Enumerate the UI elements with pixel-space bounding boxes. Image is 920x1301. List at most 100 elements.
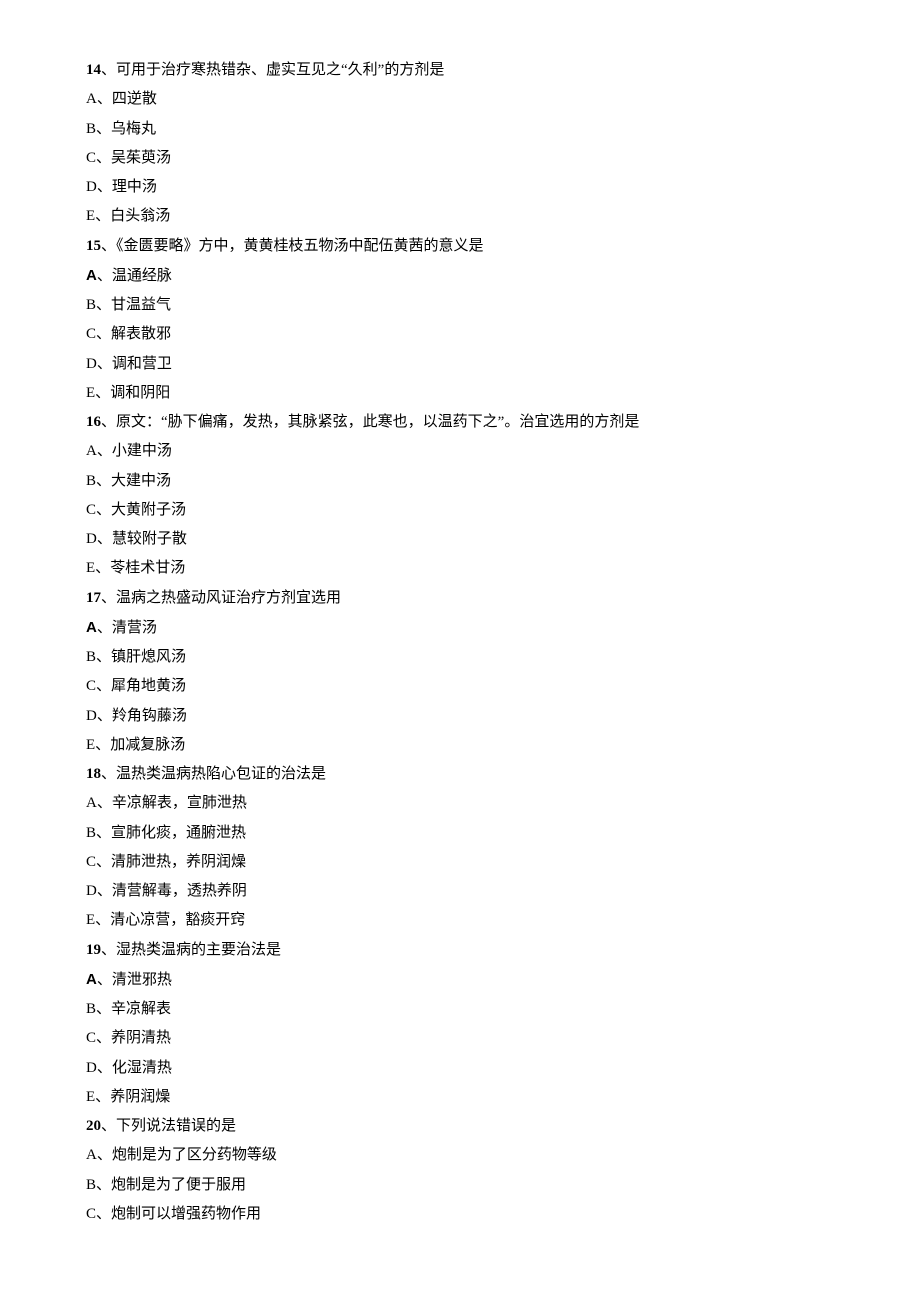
- separator: 、: [97, 1147, 112, 1163]
- separator: 、: [96, 326, 111, 342]
- answer-option: D、慧较附子散: [86, 525, 834, 554]
- option-text: 调和阴阳: [110, 385, 170, 401]
- option-text: 苓桂术甘汤: [110, 560, 185, 576]
- separator: 、: [95, 1089, 110, 1105]
- option-letter: D: [86, 708, 97, 724]
- question-text: 温病之热盛动风证治疗方剂宜选用: [116, 590, 341, 606]
- option-text: 炮制是为了区分药物等级: [112, 1147, 277, 1163]
- option-letter: C: [86, 1206, 96, 1222]
- option-letter: C: [86, 502, 96, 518]
- separator: 、: [96, 1001, 111, 1017]
- answer-option: A、清泄邪热: [86, 965, 834, 995]
- separator: 、: [96, 150, 111, 166]
- question-stem: 14、可用于治疗寒热错杂、虚实互见之“久利”的方剂是: [86, 56, 834, 85]
- separator: 、: [101, 942, 116, 958]
- separator: 、: [97, 356, 112, 372]
- answer-option: A、温通经脉: [86, 261, 834, 291]
- answer-option: B、甘温益气: [86, 291, 834, 320]
- option-text: 羚角钩藤汤: [112, 708, 187, 724]
- separator: 、: [97, 179, 112, 195]
- option-letter: E: [86, 912, 95, 928]
- question-text: 下列说法错误的是: [116, 1118, 236, 1134]
- option-text: 乌梅丸: [111, 121, 156, 137]
- option-text: 养阴清热: [111, 1030, 171, 1046]
- separator: 、: [96, 121, 111, 137]
- separator: 、: [97, 531, 112, 547]
- option-letter: A: [86, 971, 97, 988]
- separator: 、: [101, 238, 116, 254]
- option-letter: A: [86, 267, 97, 284]
- answer-option: D、清营解毒，透热养阴: [86, 877, 834, 906]
- option-letter: B: [86, 473, 96, 489]
- option-letter: A: [86, 795, 97, 811]
- answer-option: C、犀角地黄汤: [86, 672, 834, 701]
- question-stem: 17、温病之热盛动风证治疗方剂宜选用: [86, 584, 834, 613]
- option-text: 辛凉解表，宣肺泄热: [112, 795, 247, 811]
- question-number: 15: [86, 238, 101, 254]
- separator: 、: [96, 473, 111, 489]
- answer-option: D、调和营卫: [86, 350, 834, 379]
- separator: 、: [97, 1060, 112, 1076]
- separator: 、: [96, 1177, 111, 1193]
- separator: 、: [96, 649, 111, 665]
- question-number: 19: [86, 942, 101, 958]
- option-text: 清营汤: [112, 620, 157, 636]
- question-stem: 18、温热类温病热陷心包证的治法是: [86, 760, 834, 789]
- option-letter: B: [86, 1177, 96, 1193]
- question-number: 16: [86, 414, 101, 430]
- separator: 、: [97, 268, 112, 284]
- separator: 、: [96, 825, 111, 841]
- separator: 、: [96, 502, 111, 518]
- answer-option: C、清肺泄热，养阴润燥: [86, 848, 834, 877]
- answer-option: B、宣肺化痰，通腑泄热: [86, 819, 834, 848]
- option-letter: E: [86, 208, 95, 224]
- option-text: 镇肝熄风汤: [111, 649, 186, 665]
- separator: 、: [96, 1030, 111, 1046]
- option-text: 解表散邪: [111, 326, 171, 342]
- option-letter: D: [86, 531, 97, 547]
- separator: 、: [97, 972, 112, 988]
- option-letter: B: [86, 297, 96, 313]
- answer-option: D、羚角钩藤汤: [86, 702, 834, 731]
- option-letter: D: [86, 179, 97, 195]
- answer-option: D、理中汤: [86, 173, 834, 202]
- question-text: 温热类温病热陷心包证的治法是: [116, 766, 326, 782]
- answer-option: D、化湿清热: [86, 1054, 834, 1083]
- option-text: 犀角地黄汤: [111, 678, 186, 694]
- option-text: 吴茱萸汤: [111, 150, 171, 166]
- answer-option: A、清营汤: [86, 613, 834, 643]
- answer-option: E、苓桂术甘汤: [86, 554, 834, 583]
- option-letter: C: [86, 854, 96, 870]
- option-letter: D: [86, 1060, 97, 1076]
- separator: 、: [97, 883, 112, 899]
- separator: 、: [101, 414, 116, 430]
- option-text: 温通经脉: [112, 268, 172, 284]
- answer-option: A、炮制是为了区分药物等级: [86, 1141, 834, 1170]
- question-number: 20: [86, 1118, 101, 1134]
- answer-option: C、吴茱萸汤: [86, 144, 834, 173]
- separator: 、: [95, 385, 110, 401]
- option-letter: D: [86, 356, 97, 372]
- option-text: 甘温益气: [111, 297, 171, 313]
- separator: 、: [95, 912, 110, 928]
- option-letter: B: [86, 649, 96, 665]
- separator: 、: [97, 620, 112, 636]
- option-text: 清营解毒，透热养阴: [112, 883, 247, 899]
- separator: 、: [95, 560, 110, 576]
- option-text: 调和营卫: [112, 356, 172, 372]
- answer-option: B、大建中汤: [86, 467, 834, 496]
- question-text: 《金匮要略》方中，黄黄桂枝五物汤中配伍黄茜的意义是: [116, 238, 484, 254]
- option-text: 大黄附子汤: [111, 502, 186, 518]
- separator: 、: [96, 297, 111, 313]
- option-text: 炮制可以增强药物作用: [111, 1206, 261, 1222]
- option-letter: B: [86, 1001, 96, 1017]
- option-text: 白头翁汤: [110, 208, 170, 224]
- answer-option: B、乌梅丸: [86, 115, 834, 144]
- separator: 、: [95, 208, 110, 224]
- document-page: 14、可用于治疗寒热错杂、虚实互见之“久利”的方剂是A、四逆散B、乌梅丸C、吴茱…: [0, 0, 920, 1289]
- question-number: 17: [86, 590, 101, 606]
- question-stem: 20、下列说法错误的是: [86, 1112, 834, 1141]
- question-text: 可用于治疗寒热错杂、虚实互见之“久利”的方剂是: [116, 62, 444, 78]
- answer-option: A、辛凉解表，宣肺泄热: [86, 789, 834, 818]
- option-letter: D: [86, 883, 97, 899]
